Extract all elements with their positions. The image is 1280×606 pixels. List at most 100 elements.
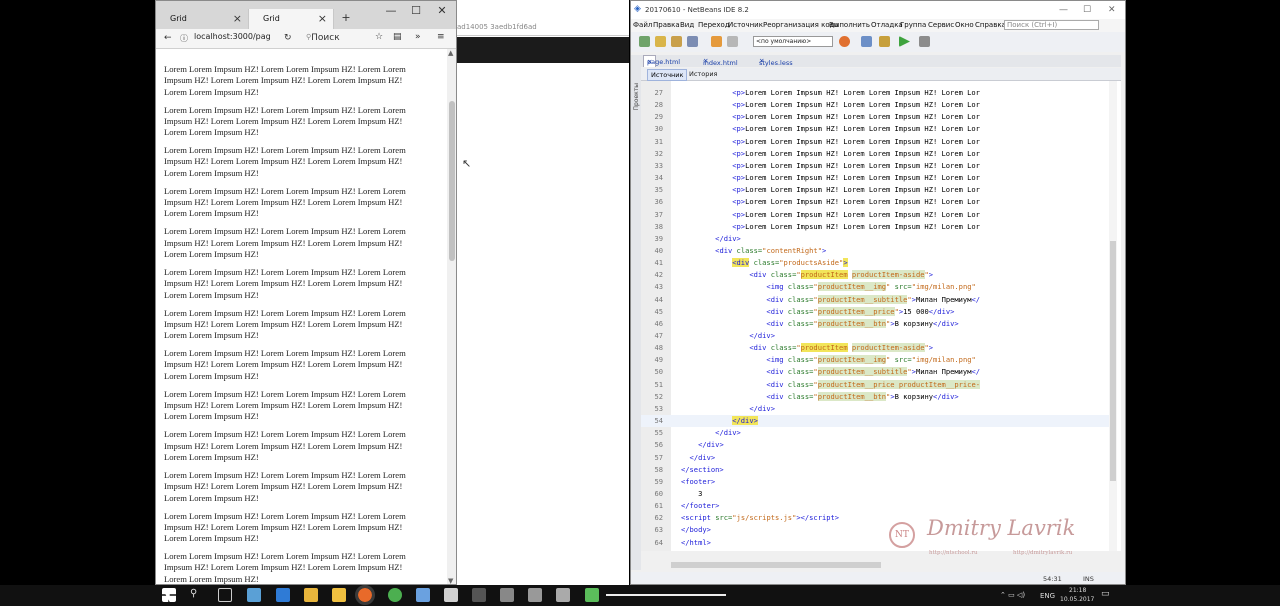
code-line[interactable]: 49 <img class="productItem__img" src="im… bbox=[641, 354, 1116, 366]
code-line[interactable]: 27 <p>Lorem Lorem Impsum HZ! Lorem Lorem… bbox=[641, 87, 1116, 99]
info-icon[interactable]: ⓘ bbox=[180, 33, 188, 44]
new-tab-icon[interactable]: + bbox=[336, 11, 356, 24]
minimize-icon[interactable]: — bbox=[1059, 5, 1068, 15]
tab-grid-2[interactable]: Grid × bbox=[248, 9, 334, 29]
code-line[interactable]: 58 </section> bbox=[641, 464, 1116, 476]
notification-icon[interactable]: ▭ bbox=[1101, 589, 1110, 599]
code-line[interactable]: 33 <p>Lorem Lorem Impsum HZ! Lorem Lorem… bbox=[641, 160, 1116, 172]
code-line[interactable]: 52 <div class="productItem__btn">В корзи… bbox=[641, 391, 1116, 403]
open-project-icon[interactable] bbox=[671, 36, 682, 47]
code-line[interactable]: 37 <p>Lorem Lorem Impsum HZ! Lorem Lorem… bbox=[641, 209, 1116, 221]
code-line[interactable]: 45 <div class="productItem__price">15 00… bbox=[641, 306, 1116, 318]
tray-icons[interactable]: ⌃ ▭ ◁) bbox=[1000, 591, 1025, 599]
code-editor[interactable]: 27 <p>Lorem Lorem Impsum HZ! Lorem Lorem… bbox=[641, 81, 1121, 551]
menu-item[interactable]: Справка bbox=[975, 21, 1006, 29]
browser-icon[interactable] bbox=[839, 36, 850, 47]
build-icon[interactable] bbox=[861, 36, 872, 47]
code-line[interactable]: 36 <p>Lorem Lorem Impsum HZ! Lorem Lorem… bbox=[641, 196, 1116, 208]
code-line[interactable]: 47 </div> bbox=[641, 330, 1116, 342]
config-select[interactable]: <по умолчанию> bbox=[753, 36, 833, 47]
code-line[interactable]: 51 <div class="productItem__price produc… bbox=[641, 379, 1116, 391]
code-line[interactable]: 61 </footer> bbox=[641, 500, 1116, 512]
close-icon[interactable]: × bbox=[233, 12, 242, 25]
code-line[interactable]: 29 <p>Lorem Lorem Impsum HZ! Lorem Lorem… bbox=[641, 111, 1116, 123]
firefox-icon[interactable] bbox=[355, 585, 375, 605]
code-line[interactable]: 56 </div> bbox=[641, 439, 1116, 451]
menu-item[interactable]: Группа bbox=[900, 21, 926, 29]
edge-icon[interactable] bbox=[276, 588, 290, 602]
menu-item[interactable]: Отладка bbox=[871, 21, 903, 29]
scroll-thumb[interactable] bbox=[449, 101, 455, 261]
menu-item[interactable]: Источник bbox=[728, 21, 763, 29]
code-line[interactable]: 53 </div> bbox=[641, 403, 1116, 415]
app-icon-5[interactable] bbox=[556, 588, 570, 602]
new-project-icon[interactable] bbox=[639, 36, 650, 47]
code-line[interactable]: 57 </div> bbox=[641, 452, 1116, 464]
code-line[interactable]: 28 <p>Lorem Lorem Impsum HZ! Lorem Lorem… bbox=[641, 99, 1116, 111]
explorer-icon[interactable] bbox=[304, 588, 318, 602]
code-line[interactable]: 42 <div class="productItem productItem-a… bbox=[641, 269, 1116, 281]
vertical-scrollbar[interactable]: ▲ ▼ bbox=[447, 49, 456, 584]
clean-build-icon[interactable] bbox=[879, 36, 890, 47]
source-tab[interactable]: Источник bbox=[647, 69, 688, 81]
minimize-icon[interactable]: — bbox=[381, 4, 401, 17]
code-line[interactable]: 55 </div> bbox=[641, 427, 1116, 439]
code-line[interactable]: 60 3 bbox=[641, 488, 1116, 500]
library-icon[interactable]: ▤ bbox=[393, 32, 402, 42]
code-line[interactable]: 30 <p>Lorem Lorem Impsum HZ! Lorem Lorem… bbox=[641, 123, 1116, 135]
chrome-icon[interactable] bbox=[388, 588, 402, 602]
scroll-up-icon[interactable]: ▲ bbox=[448, 49, 453, 57]
code-line[interactable]: 50 <div class="productItem__subtitle">Ми… bbox=[641, 366, 1116, 378]
app-icon-3[interactable] bbox=[500, 588, 514, 602]
folder-icon[interactable] bbox=[332, 588, 346, 602]
maximize-icon[interactable]: ☐ bbox=[406, 4, 426, 17]
code-line[interactable]: 46 <div class="productItem__btn">В корзи… bbox=[641, 318, 1116, 330]
tab-grid-1[interactable]: Grid × bbox=[156, 9, 248, 29]
menu-item[interactable]: Выполнить bbox=[829, 21, 870, 29]
projects-sidebar[interactable]: Проекты bbox=[631, 55, 641, 570]
reload-icon[interactable]: ↻ bbox=[284, 33, 292, 43]
code-line[interactable]: 44 <div class="productItem__subtitle">Ми… bbox=[641, 294, 1116, 306]
netbeans-taskbar-icon[interactable] bbox=[416, 588, 430, 602]
code-line[interactable]: 43 <img class="productItem__img" src="im… bbox=[641, 281, 1116, 293]
terminal-icon[interactable] bbox=[472, 588, 486, 602]
close-icon[interactable]: × bbox=[318, 12, 327, 25]
open-icon[interactable] bbox=[655, 36, 666, 47]
save-all-icon[interactable] bbox=[687, 36, 698, 47]
menu-item[interactable]: Правка bbox=[653, 21, 680, 29]
bookmark-star-icon[interactable]: ☆ bbox=[375, 32, 383, 42]
menu-item[interactable]: Вид bbox=[680, 21, 694, 29]
code-line[interactable]: 32 <p>Lorem Lorem Impsum HZ! Lorem Lorem… bbox=[641, 148, 1116, 160]
search-icon[interactable]: ⚲ bbox=[190, 588, 204, 602]
maximize-icon[interactable]: ☐ bbox=[1083, 5, 1091, 15]
tab-page-html[interactable]: page.html ✕ bbox=[643, 55, 680, 67]
code-line[interactable]: 39 </div> bbox=[641, 233, 1116, 245]
undo-icon[interactable] bbox=[711, 36, 722, 47]
redo-icon[interactable] bbox=[727, 36, 738, 47]
code-line[interactable]: 31 <p>Lorem Lorem Impsum HZ! Lorem Lorem… bbox=[641, 136, 1116, 148]
menu-item[interactable]: Сервис bbox=[928, 21, 954, 29]
scroll-down-icon[interactable]: ▼ bbox=[448, 577, 453, 584]
code-line[interactable]: 34 <p>Lorem Lorem Impsum HZ! Lorem Lorem… bbox=[641, 172, 1116, 184]
code-line[interactable]: 38 <p>Lorem Lorem Impsum HZ! Lorem Lorem… bbox=[641, 221, 1116, 233]
language-indicator[interactable]: ENG bbox=[1040, 592, 1055, 600]
editor-vertical-scrollbar[interactable] bbox=[1109, 81, 1117, 551]
code-line[interactable]: 59 <footer> bbox=[641, 476, 1116, 488]
menu-item[interactable]: Переход bbox=[698, 21, 730, 29]
overflow-icon[interactable]: » bbox=[415, 32, 421, 42]
code-line[interactable]: 41 <div class="productsAside"> bbox=[641, 257, 1116, 269]
close-window-icon[interactable]: ✕ bbox=[432, 4, 452, 17]
run-icon[interactable] bbox=[899, 36, 910, 47]
menu-item[interactable]: Реорганизация кода bbox=[763, 21, 839, 29]
code-line[interactable]: 48 <div class="productItem productItem-a… bbox=[641, 342, 1116, 354]
menu-item[interactable]: Окно bbox=[955, 21, 974, 29]
code-line[interactable]: 40 <div class="contentRight"> bbox=[641, 245, 1116, 257]
tab-styles-less[interactable]: styles.less ✕ bbox=[759, 57, 793, 67]
scroll-thumb[interactable] bbox=[1110, 241, 1116, 481]
code-line[interactable]: 35 <p>Lorem Lorem Impsum HZ! Lorem Lorem… bbox=[641, 184, 1116, 196]
history-tab[interactable]: История bbox=[689, 70, 717, 78]
app-icon-4[interactable] bbox=[528, 588, 542, 602]
editor-horizontal-scrollbar[interactable] bbox=[671, 561, 1101, 569]
menu-icon[interactable]: ≡ bbox=[437, 32, 445, 42]
app-icon-2[interactable] bbox=[444, 588, 458, 602]
